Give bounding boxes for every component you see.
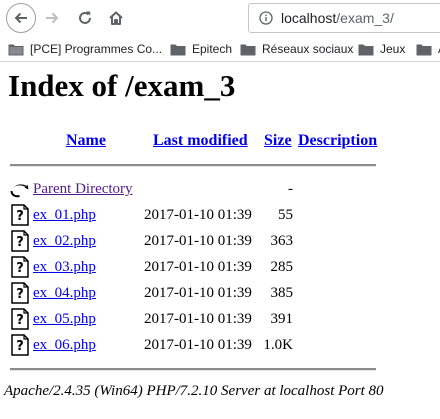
reload-button[interactable] bbox=[70, 3, 100, 33]
folder-icon bbox=[8, 44, 24, 55]
address-bar[interactable]: localhost/exam_3/ bbox=[248, 3, 440, 33]
bookmark-label: [PCE] Programmes Co... bbox=[30, 42, 163, 56]
svg-text:?: ? bbox=[16, 313, 24, 328]
bookmark-programmes[interactable]: [PCE] Programmes Co... bbox=[8, 39, 162, 59]
file-row: ? ex_02.php 2017-01-10 01:39 363 bbox=[8, 230, 428, 254]
home-button[interactable] bbox=[101, 3, 131, 33]
file-row: ? ex_03.php 2017-01-10 01:39 285 bbox=[8, 256, 428, 280]
file-row: ? ex_01.php 2017-01-10 01:39 55 bbox=[8, 204, 428, 228]
footer-divider bbox=[10, 368, 376, 371]
file-modified: 2017-01-10 01:39 bbox=[144, 233, 252, 249]
bookmark-label: Jeux bbox=[380, 42, 406, 56]
file-size: 385 bbox=[270, 285, 294, 301]
file-row: ? ex_06.php 2017-01-10 01:39 1.0K bbox=[8, 334, 428, 358]
parent-size: - bbox=[288, 181, 293, 197]
page-title: Index of /exam_3 bbox=[8, 68, 236, 103]
file-size: 391 bbox=[270, 311, 294, 327]
unknown-file-icon: ? bbox=[11, 308, 29, 330]
folder-icon bbox=[358, 44, 374, 55]
bookmark-reseaux-sociaux[interactable]: Réseaux sociaux bbox=[240, 39, 353, 59]
unknown-file-icon: ? bbox=[11, 230, 29, 252]
svg-text:?: ? bbox=[16, 261, 24, 276]
svg-text:?: ? bbox=[16, 287, 24, 302]
file-link[interactable]: ex_02.php bbox=[33, 233, 96, 250]
forward-button[interactable] bbox=[37, 3, 67, 33]
file-link[interactable]: ex_05.php bbox=[33, 311, 96, 328]
file-modified: 2017-01-10 01:39 bbox=[144, 207, 252, 223]
url-text: localhost/exam_3/ bbox=[281, 10, 394, 26]
unknown-file-icon: ? bbox=[11, 204, 29, 226]
file-link[interactable]: ex_06.php bbox=[33, 337, 96, 354]
folder-icon bbox=[170, 44, 186, 55]
unknown-file-icon: ? bbox=[11, 334, 29, 356]
parent-directory-link[interactable]: Parent Directory bbox=[33, 181, 133, 198]
column-header-size[interactable]: Size bbox=[264, 132, 292, 150]
server-signature: Apache/2.4.35 (Win64) PHP/7.2.10 Server … bbox=[4, 383, 384, 399]
file-link[interactable]: ex_03.php bbox=[33, 259, 96, 276]
svg-text:?: ? bbox=[16, 235, 24, 250]
home-icon bbox=[109, 11, 123, 25]
file-row: ? ex_05.php 2017-01-10 01:39 391 bbox=[8, 308, 428, 332]
folder-icon bbox=[240, 44, 256, 55]
column-header-name[interactable]: Name bbox=[66, 132, 106, 150]
file-size: 55 bbox=[278, 207, 293, 223]
file-modified: 2017-01-10 01:39 bbox=[144, 337, 252, 353]
unknown-file-icon: ? bbox=[11, 282, 29, 304]
file-size: 285 bbox=[270, 259, 294, 275]
url-path: /exam_3/ bbox=[336, 10, 394, 26]
bookmarks-bar: [PCE] Programmes Co... Epitech Réseaux s… bbox=[0, 36, 440, 62]
file-size: 363 bbox=[270, 233, 294, 249]
arrow-left-icon bbox=[14, 12, 27, 24]
parent-directory-row: Parent Directory - bbox=[8, 178, 428, 202]
bookmark-label: Epitech bbox=[192, 42, 233, 56]
svg-text:?: ? bbox=[16, 209, 24, 224]
file-link[interactable]: ex_04.php bbox=[33, 285, 96, 302]
bookmark-jeux[interactable]: Jeux bbox=[358, 39, 405, 59]
browser-toolbar: localhost/exam_3/ bbox=[0, 0, 440, 36]
back-arrow-icon bbox=[10, 184, 29, 198]
unknown-file-icon: ? bbox=[11, 256, 29, 278]
back-button[interactable] bbox=[6, 3, 36, 33]
bookmark-label: Réseaux sociaux bbox=[262, 42, 354, 56]
bookmark-a[interactable]: A bbox=[416, 39, 440, 59]
file-modified: 2017-01-10 01:39 bbox=[144, 259, 252, 275]
url-host: localhost bbox=[281, 10, 337, 26]
file-modified: 2017-01-10 01:39 bbox=[144, 285, 252, 301]
file-row: ? ex_04.php 2017-01-10 01:39 385 bbox=[8, 282, 428, 306]
file-size: 1.0K bbox=[263, 337, 293, 353]
info-icon[interactable] bbox=[259, 11, 273, 25]
header-divider bbox=[10, 164, 376, 167]
bookmark-epitech[interactable]: Epitech bbox=[170, 39, 232, 59]
arrow-right-icon bbox=[46, 12, 59, 24]
column-header-description[interactable]: Description bbox=[298, 132, 377, 150]
folder-icon bbox=[416, 44, 432, 55]
file-modified: 2017-01-10 01:39 bbox=[144, 311, 252, 327]
reload-icon bbox=[79, 11, 91, 24]
svg-text:?: ? bbox=[16, 339, 24, 354]
file-link[interactable]: ex_01.php bbox=[33, 207, 96, 224]
column-header-last-modified[interactable]: Last modified bbox=[153, 132, 248, 150]
